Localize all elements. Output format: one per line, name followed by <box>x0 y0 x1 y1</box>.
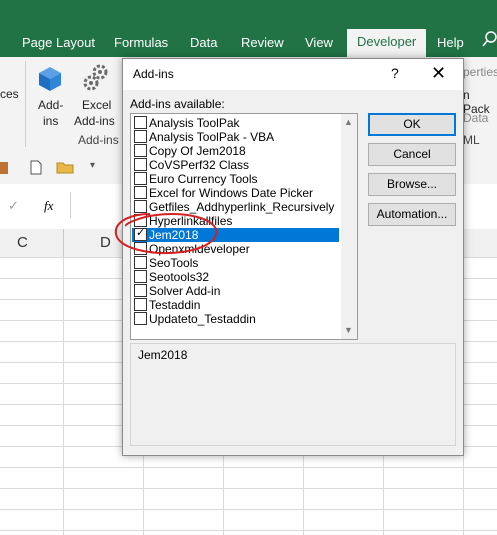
list-item-label: Testaddin <box>149 298 201 312</box>
list-item-label: CoVSPerf32 Class <box>149 158 250 172</box>
enter-check-icon[interactable]: ✓ <box>8 198 19 214</box>
ribbon-right-fragment-1: perties <box>463 65 497 79</box>
addins-button-label-2[interactable]: ins <box>43 114 58 128</box>
description-box: Jem2018 <box>130 343 456 446</box>
tab-formulas[interactable]: Formulas <box>114 33 168 57</box>
cancel-button[interactable]: Cancel <box>368 143 456 166</box>
listbox-scrollbar[interactable]: ▲ ▼ <box>341 114 357 339</box>
checkbox[interactable] <box>134 172 147 185</box>
list-item-label: Seotools32 <box>149 270 210 284</box>
list-item[interactable]: Testaddin <box>132 298 339 312</box>
list-item[interactable]: Updateto_Testaddin <box>132 312 339 326</box>
tab-data[interactable]: Data <box>190 33 217 57</box>
ok-button[interactable]: OK <box>368 113 456 136</box>
toolbar-edge-icon[interactable] <box>0 162 8 174</box>
list-item[interactable]: Analysis ToolPak <box>132 116 339 130</box>
close-icon[interactable]: ✕ <box>431 63 446 84</box>
browse-button[interactable]: Browse... <box>368 173 456 196</box>
checkbox[interactable] <box>134 312 147 325</box>
checkbox[interactable] <box>134 144 147 157</box>
scroll-down-icon[interactable]: ▼ <box>344 325 353 335</box>
list-item-label: Solver Add-in <box>149 284 221 298</box>
dialog-title-bar: Add-ins ? ✕ <box>123 59 463 90</box>
customize-toolbar-icon[interactable]: ▾ <box>90 160 95 171</box>
excel-addins-label-2[interactable]: Add-ins <box>74 114 115 128</box>
open-folder-icon[interactable] <box>56 161 74 177</box>
automation-button[interactable]: Automation... <box>368 203 456 226</box>
list-item-label: Updateto_Testaddin <box>149 312 256 326</box>
checkbox[interactable] <box>134 270 147 283</box>
help-button[interactable]: ? <box>391 65 399 81</box>
list-item[interactable]: Euro Currency Tools <box>132 172 339 186</box>
addins-group-label: Add-ins <box>78 133 119 147</box>
list-item[interactable]: CoVSPerf32 Class <box>132 158 339 172</box>
list-item-label: Analysis ToolPak <box>149 116 240 130</box>
list-item-label: Analysis ToolPak - VBA <box>149 130 275 144</box>
list-item-label: Excel for Windows Date Picker <box>149 186 314 200</box>
ribbon-separator <box>25 61 26 147</box>
description-text: Jem2018 <box>138 348 188 362</box>
dialog-title: Add-ins <box>133 67 174 81</box>
checkbox[interactable] <box>134 130 147 143</box>
addins-cube-icon <box>37 65 63 96</box>
tab-view[interactable]: View <box>305 33 333 57</box>
list-item[interactable]: Excel for Windows Date Picker <box>132 186 339 200</box>
column-header-c[interactable]: C <box>17 234 28 251</box>
insert-function-button[interactable]: fx <box>44 198 53 214</box>
tab-developer[interactable]: Developer <box>347 29 427 57</box>
ribbon-right-fragment-4: ML <box>463 133 480 147</box>
ribbon-tab-bar: Page Layout Formulas Data Review View De… <box>0 0 497 57</box>
search-icon[interactable] <box>482 30 497 54</box>
list-item-label: Copy Of Jem2018 <box>149 144 246 158</box>
gears-icon <box>82 63 110 96</box>
checkbox[interactable] <box>134 298 147 311</box>
column-divider <box>63 229 64 257</box>
list-item[interactable]: Seotools32 <box>132 270 339 284</box>
addins-button-label-1[interactable]: Add- <box>38 98 63 112</box>
checkbox[interactable] <box>134 116 147 129</box>
ribbon-left-fragment: ces <box>0 87 19 101</box>
checkbox[interactable] <box>134 186 147 199</box>
red-annotation-circle <box>114 213 218 254</box>
list-item[interactable]: Analysis ToolPak - VBA <box>132 130 339 144</box>
list-item[interactable]: Solver Add-in <box>132 284 339 298</box>
addins-available-label: Add-ins available: <box>130 97 225 111</box>
new-document-icon[interactable] <box>30 160 42 178</box>
list-item[interactable]: Copy Of Jem2018 <box>132 144 339 158</box>
tab-page-layout[interactable]: Page Layout <box>22 33 95 57</box>
checkbox[interactable] <box>134 158 147 171</box>
tab-review[interactable]: Review <box>241 33 284 57</box>
list-item-label: Euro Currency Tools <box>149 172 258 186</box>
checkbox[interactable] <box>134 284 147 297</box>
ribbon-right-fragment-3: Data <box>463 111 489 125</box>
scroll-up-icon[interactable]: ▲ <box>344 117 353 127</box>
excel-addins-label-1[interactable]: Excel <box>82 98 111 112</box>
tab-help[interactable]: Help <box>437 33 464 57</box>
